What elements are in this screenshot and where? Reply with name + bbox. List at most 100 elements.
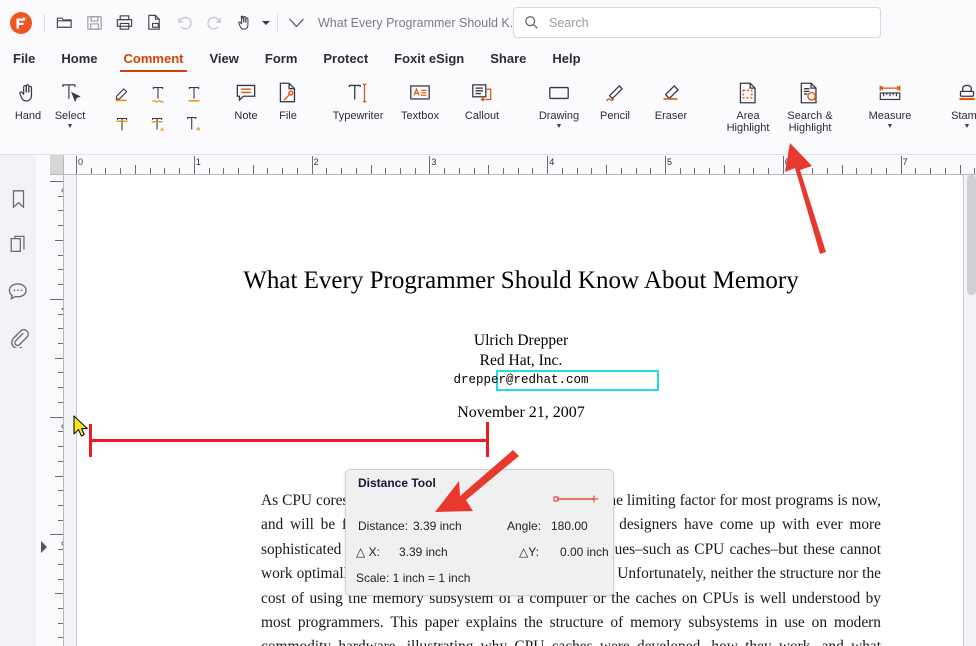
- quick-access-caret-icon[interactable]: [259, 8, 273, 38]
- select-text-icon: [57, 78, 83, 108]
- delta-y-value: 0.00 inch: [560, 545, 609, 559]
- attachments-icon[interactable]: [0, 315, 36, 359]
- hand-tool-icon[interactable]: [229, 8, 259, 38]
- hand-button[interactable]: Hand: [7, 73, 49, 122]
- tab-home[interactable]: Home: [48, 45, 110, 73]
- ruler-tick-v: [55, 475, 63, 477]
- select-button[interactable]: Select ▼: [49, 73, 91, 131]
- email-icon[interactable]: [139, 8, 169, 38]
- ruler-tick: [871, 168, 873, 174]
- tab-share[interactable]: Share: [477, 45, 539, 73]
- ruler-tick: [208, 168, 210, 174]
- ruler-tick: [635, 168, 637, 174]
- ruler-tick: [900, 156, 902, 174]
- typewriter-button[interactable]: Typewriter: [327, 73, 389, 122]
- ruler-tick: [930, 168, 932, 174]
- ruler-label: 5: [667, 157, 673, 167]
- ruler-tick-v: [58, 563, 63, 565]
- distance-tool-popup[interactable]: Distance Tool Distance: 3.39 inch Angle:…: [345, 469, 614, 596]
- ruler-tick-v: [58, 431, 63, 433]
- ruler-tick: [826, 168, 828, 174]
- ruler-tick: [76, 156, 77, 174]
- measure-caret-icon[interactable]: ▼: [887, 123, 894, 131]
- pages-icon[interactable]: [0, 223, 36, 267]
- ruler-tick-v: [58, 504, 63, 506]
- ribbon-group-highlight: Area Highlight Search & Highlight: [712, 73, 846, 153]
- ruler-tick: [223, 168, 225, 174]
- ruler-tick-v: [58, 637, 63, 639]
- squiggly-underline-icon[interactable]: [140, 79, 176, 109]
- print-icon[interactable]: [109, 8, 139, 38]
- open-icon[interactable]: [49, 8, 79, 38]
- toolbar-divider: [44, 13, 45, 32]
- pencil-label: Pencil: [600, 110, 630, 122]
- highlight-icon[interactable]: [104, 79, 140, 109]
- ruler-tick: [959, 165, 961, 174]
- measure-icon: [876, 78, 904, 108]
- stamp-caret-icon[interactable]: ▼: [964, 123, 971, 131]
- ruler-tick-v: [58, 622, 63, 624]
- note-button[interactable]: Note: [225, 73, 267, 122]
- comments-icon[interactable]: [0, 269, 36, 313]
- ruler-tick-v: [58, 225, 63, 227]
- ruler-tick-v: [58, 254, 63, 256]
- save-icon[interactable]: [79, 8, 109, 38]
- pencil-icon: [602, 78, 628, 108]
- ruler-tick: [282, 168, 284, 174]
- ruler-tick-v: [55, 239, 63, 241]
- scrollbar-thumb[interactable]: [967, 175, 976, 295]
- strikeout-icon[interactable]: [104, 109, 140, 139]
- search-input[interactable]: Search: [513, 7, 881, 38]
- ruler-tick-v: [58, 578, 63, 580]
- search-highlight-label: Search & Highlight: [787, 110, 833, 134]
- drawing-button[interactable]: Drawing ▼: [531, 73, 587, 131]
- textbox-button[interactable]: Textbox: [389, 73, 451, 122]
- select-caret-icon[interactable]: ▼: [67, 123, 74, 131]
- ruler-tick: [179, 168, 181, 174]
- tab-file[interactable]: File: [0, 45, 48, 73]
- replace-text-icon[interactable]: [140, 109, 176, 139]
- ruler-tick: [414, 168, 416, 174]
- measure-distance-line[interactable]: [89, 439, 489, 442]
- eraser-button[interactable]: Eraser: [643, 73, 699, 122]
- ruler-tick: [193, 156, 195, 174]
- measure-button[interactable]: Measure ▼: [859, 73, 921, 131]
- tab-foxit-esign[interactable]: Foxit eSign: [381, 45, 477, 73]
- ruler-tick-v: [58, 490, 63, 492]
- toolbar-divider-2: [277, 13, 278, 32]
- distance-label: Distance:: [358, 519, 409, 533]
- ruler-tick-v: [58, 387, 63, 389]
- underline-icon[interactable]: [176, 79, 212, 109]
- ruler-tick-v: [50, 416, 63, 418]
- pencil-button[interactable]: Pencil: [587, 73, 643, 122]
- search-highlight-button[interactable]: Search & Highlight: [779, 73, 841, 134]
- ribbon-group-measure: Measure ▼: [854, 73, 926, 153]
- ruler-tick: [252, 165, 254, 174]
- ruler-tick-v: [58, 284, 63, 286]
- tab-view[interactable]: View: [196, 45, 251, 73]
- tab-comment[interactable]: Comment: [111, 45, 197, 73]
- callout-button[interactable]: Callout: [451, 73, 513, 122]
- stamp-button[interactable]: Stamp ▼: [939, 73, 976, 131]
- tab-help[interactable]: Help: [539, 45, 593, 73]
- textbox-icon: [407, 78, 433, 108]
- redo-icon[interactable]: [199, 8, 229, 38]
- pdf-author: Ulrich Drepper: [473, 332, 569, 349]
- tab-protect[interactable]: Protect: [310, 45, 381, 73]
- sidebar-expander-icon[interactable]: [38, 540, 50, 554]
- hand-icon: [15, 78, 41, 108]
- undo-icon[interactable]: [169, 8, 199, 38]
- insert-text-icon[interactable]: [176, 109, 212, 139]
- file-attach-button[interactable]: File: [267, 73, 309, 122]
- chevron-down-icon[interactable]: [282, 8, 310, 38]
- ruler-tick: [915, 168, 917, 174]
- callout-label: Callout: [464, 110, 500, 122]
- vertical-scrollbar[interactable]: [967, 175, 976, 646]
- drawing-caret-icon[interactable]: ▼: [556, 123, 563, 131]
- bookmark-icon[interactable]: [0, 177, 36, 221]
- area-highlight-button[interactable]: Area Highlight: [717, 73, 779, 134]
- tab-form[interactable]: Form: [252, 45, 311, 73]
- file-attach-label: File: [279, 110, 297, 122]
- select-label: Select: [54, 110, 86, 122]
- ruler-tick: [473, 168, 475, 174]
